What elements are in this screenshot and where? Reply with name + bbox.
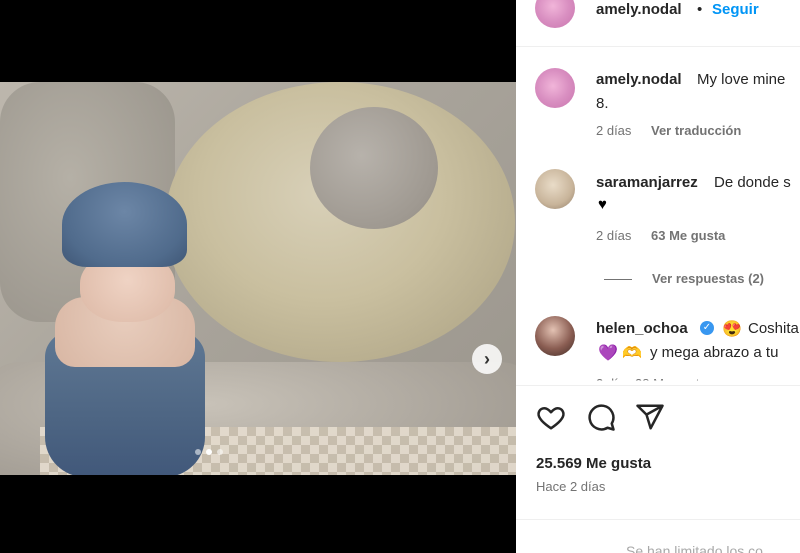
comment-text-continued: y mega abrazo a tu [650, 344, 779, 361]
comment-avatar[interactable] [535, 68, 575, 108]
verified-badge-icon: ✓ [700, 321, 714, 335]
comment-meta-partial: 2 días 38 Me gusta [596, 376, 707, 391]
comment-text: Coshita [748, 320, 799, 337]
baby-bucket-hat [62, 182, 187, 267]
carousel-indicator [195, 449, 223, 455]
separator-dot: • [697, 1, 703, 18]
carousel-dot [195, 449, 201, 455]
actions-divider [516, 385, 800, 386]
comment-username[interactable]: helen_ochoa [596, 320, 688, 337]
comments-panel: amely.nodal • Seguir amely.nodal My love… [516, 0, 800, 553]
comment-username[interactable]: saramanjarrez [596, 174, 698, 191]
replies-line [604, 279, 632, 280]
comment-text: My love mine [697, 71, 786, 88]
heart-hands-emoji: 🫶 [622, 345, 642, 362]
comment-text: De donde s [714, 174, 791, 191]
see-translation-link[interactable]: Ver traducción [651, 123, 741, 138]
post-time: Hace 2 días [536, 479, 606, 494]
author-avatar[interactable] [535, 0, 575, 28]
comment-time: 2 días [596, 228, 632, 243]
comment-icon[interactable] [586, 402, 616, 432]
footer-divider [516, 519, 800, 520]
author-username[interactable]: amely.nodal [596, 1, 682, 18]
view-replies-link[interactable]: Ver respuestas (2) [652, 271, 764, 286]
heart-eyes-emoji: 😍 [722, 321, 742, 338]
purple-heart-emoji: 💜 [598, 345, 618, 362]
follow-button[interactable]: Seguir [712, 1, 759, 18]
comment-likes[interactable]: 63 Me gusta [651, 228, 725, 243]
comment-username[interactable]: amely.nodal [596, 71, 682, 88]
comment-avatar[interactable] [535, 316, 575, 356]
comment-text-continued: 8. [596, 95, 609, 112]
fluffy-cushion [310, 107, 438, 229]
share-icon[interactable] [635, 402, 665, 432]
post-photo[interactable]: › [0, 82, 516, 475]
heart-icon[interactable] [536, 402, 566, 432]
comment-avatar[interactable] [535, 169, 575, 209]
carousel-dot-active [206, 449, 212, 455]
comment-time: 2 días [596, 123, 632, 138]
comments-limited-notice: Se han limitado los co [626, 543, 763, 553]
like-count[interactable]: 25.569 Me gusta [536, 455, 651, 472]
carousel-next-icon[interactable]: › [472, 344, 502, 374]
carousel-dot [217, 449, 223, 455]
post-header: amely.nodal • Seguir [516, 0, 800, 47]
heart-emoji: ♥ [598, 196, 607, 213]
post-media-area: › [0, 0, 516, 553]
